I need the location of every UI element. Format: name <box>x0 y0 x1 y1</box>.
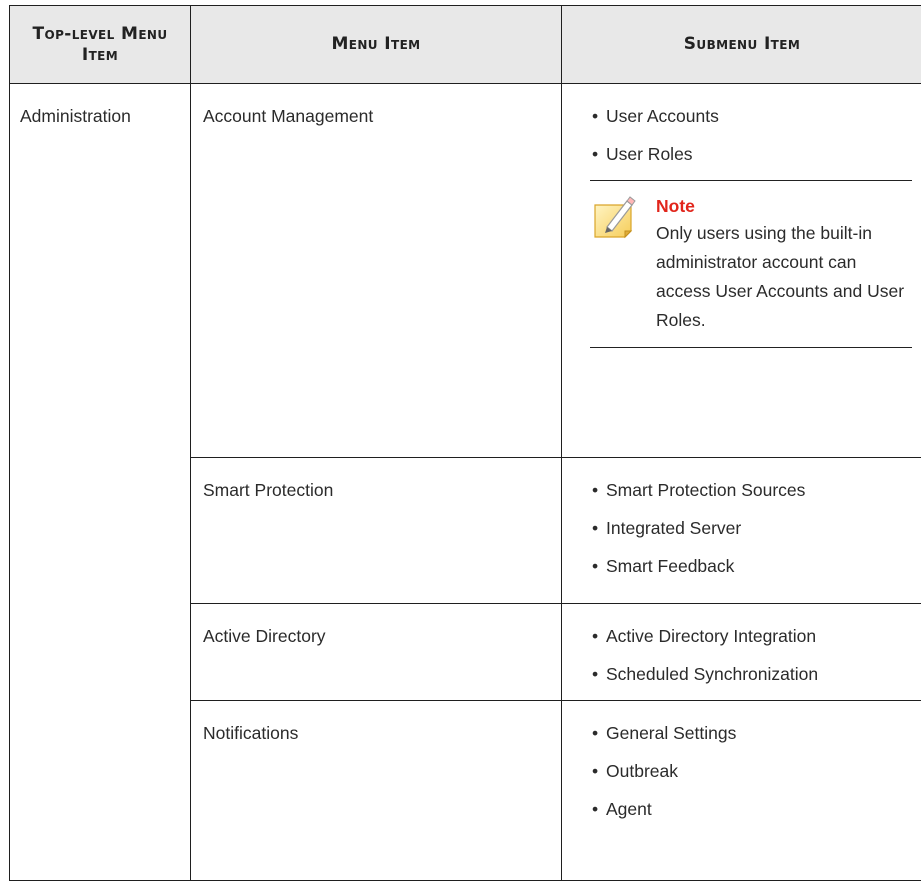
submenu-item: Agent <box>592 797 914 821</box>
submenu-item: Smart Protection Sources <box>592 478 914 502</box>
menu-item-smart-protection: Smart Protection <box>191 458 561 502</box>
note-title: Note <box>656 195 912 217</box>
header-menu-item: Menu Item <box>191 6 562 84</box>
submenu-cell: General Settings Outbreak Agent <box>562 701 921 881</box>
submenu-item: Scheduled Synchronization <box>592 662 914 686</box>
menu-cell: Account Management <box>191 84 562 458</box>
submenu-list: General Settings Outbreak Agent <box>562 701 921 821</box>
menu-table: Top-level Menu Item Menu Item Submenu It… <box>9 5 921 881</box>
submenu-item: User Roles <box>592 142 914 166</box>
header-submenu-item: Submenu Item <box>562 6 921 84</box>
submenu-list: Smart Protection Sources Integrated Serv… <box>562 458 921 578</box>
top-level-item-administration: Administration <box>10 84 190 128</box>
menu-item-notifications: Notifications <box>191 701 561 745</box>
submenu-cell: Active Directory Integration Scheduled S… <box>562 604 921 701</box>
menu-cell: Notifications <box>191 701 562 881</box>
submenu-item: Integrated Server <box>592 516 914 540</box>
menu-item-active-directory: Active Directory <box>191 604 561 648</box>
table-row: Administration Account Management User A… <box>10 84 921 458</box>
menu-cell: Active Directory <box>191 604 562 701</box>
note-callout: Note Only users using the built-in admin… <box>590 180 912 348</box>
submenu-list: User Accounts User Roles <box>562 84 921 166</box>
submenu-cell: Smart Protection Sources Integrated Serv… <box>562 458 921 604</box>
note-body: Note Only users using the built-in admin… <box>638 195 912 335</box>
submenu-cell: User Accounts User Roles <box>562 84 921 458</box>
submenu-item: Outbreak <box>592 759 914 783</box>
note-pencil-icon <box>592 195 638 239</box>
header-top-level-menu-item: Top-level Menu Item <box>10 6 191 84</box>
submenu-item: Smart Feedback <box>592 554 914 578</box>
header-row: Top-level Menu Item Menu Item Submenu It… <box>10 6 921 84</box>
submenu-item: Active Directory Integration <box>592 624 914 648</box>
note-text: Only users using the built-in administra… <box>656 219 912 335</box>
submenu-item: General Settings <box>592 721 914 745</box>
submenu-item: User Accounts <box>592 104 914 128</box>
menu-item-account-management: Account Management <box>191 84 561 128</box>
menu-cell: Smart Protection <box>191 458 562 604</box>
top-level-cell: Administration <box>10 84 191 881</box>
submenu-list: Active Directory Integration Scheduled S… <box>562 604 921 686</box>
